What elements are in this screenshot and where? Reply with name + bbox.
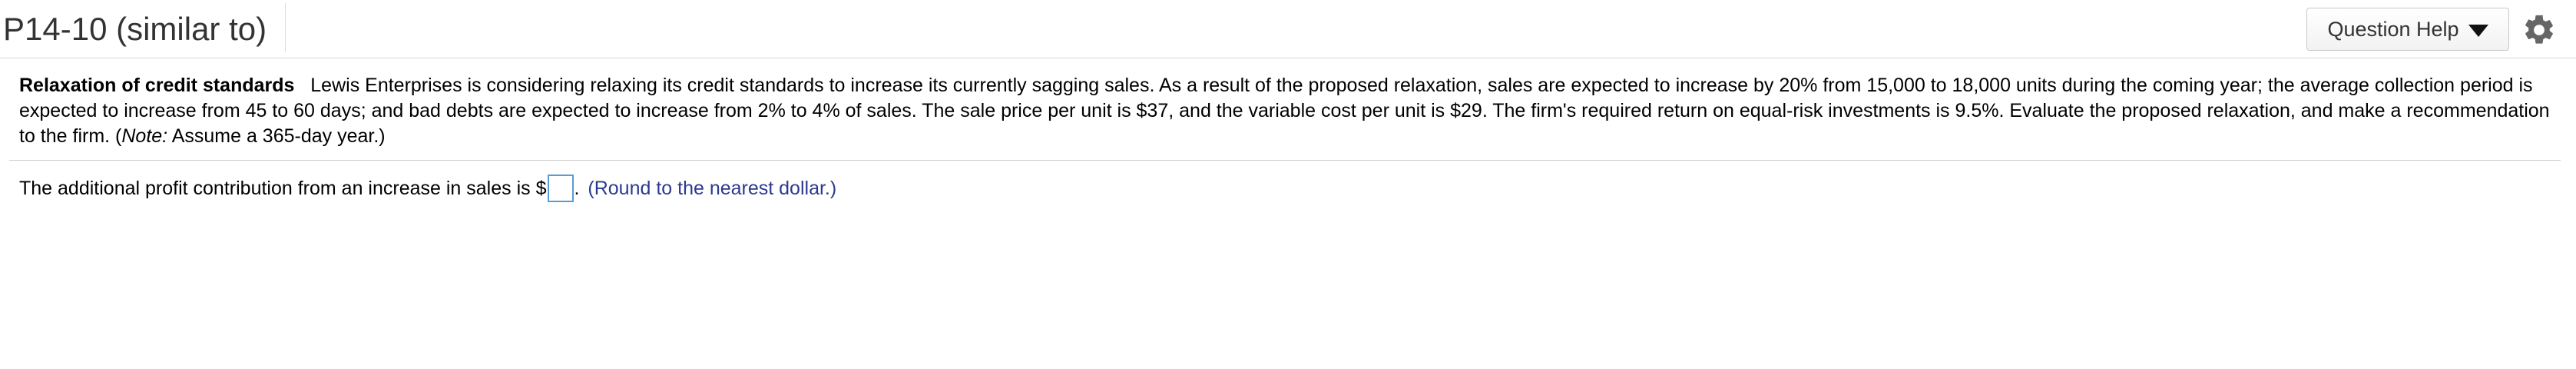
section-divider [9,160,2561,161]
problem-text: Lewis Enterprises is considering relaxin… [19,75,2550,147]
answer-input[interactable] [548,175,574,202]
note-label: Note: [121,125,168,147]
answer-period: . [574,178,580,199]
note-text: Assume a 365-day year.) [167,125,386,147]
problem-heading: Relaxation of credit standards [19,75,295,96]
page-title: P14-10 (similar to) [3,11,267,47]
problem-statement: Relaxation of credit standards Lewis Ent… [19,73,2554,149]
rounding-hint: (Round to the nearest dollar.) [588,178,837,199]
header-bar: P14-10 (similar to) Question Help [0,0,2576,58]
title-divider [285,3,286,52]
question-help-button[interactable]: Question Help [2306,8,2509,51]
caret-down-icon [2468,25,2488,37]
question-help-label: Question Help [2327,17,2459,41]
answer-row: The additional profit contribution from … [19,175,836,202]
question-prompt: The additional profit contribution from … [19,178,547,199]
gear-icon[interactable] [2521,12,2557,48]
